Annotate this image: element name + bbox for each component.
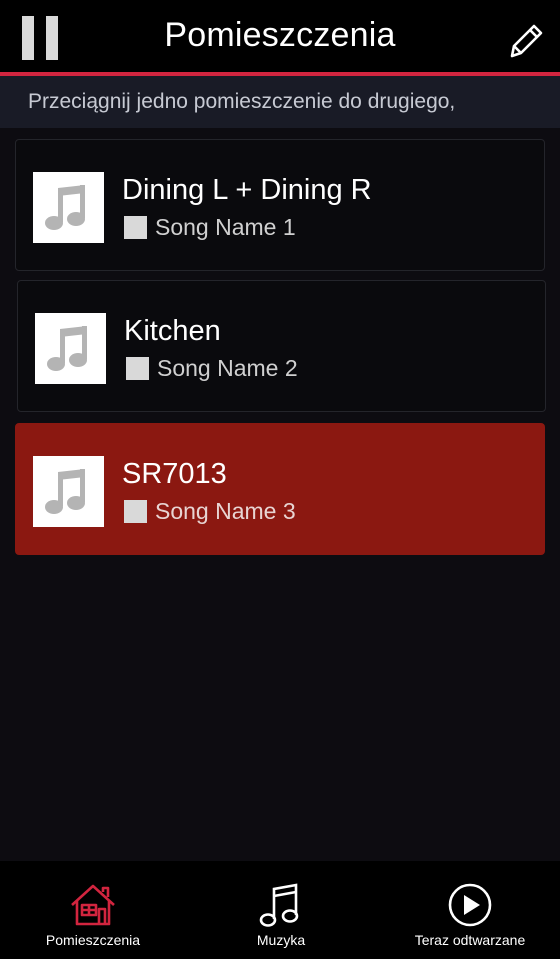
album-art bbox=[35, 313, 106, 384]
music-note-icon bbox=[47, 326, 87, 371]
room-name: Dining L + Dining R bbox=[122, 174, 372, 206]
room-card-sr7013[interactable]: SR7013 Song Name 3 bbox=[15, 423, 545, 555]
music-note-icon bbox=[45, 469, 85, 514]
tab-label: Muzyka bbox=[256, 932, 306, 948]
room-name: SR7013 bbox=[122, 458, 227, 490]
edit-button[interactable] bbox=[504, 18, 544, 62]
app-root: Pomieszczenia Przeciągnij jedno pomieszc… bbox=[0, 0, 560, 959]
album-art bbox=[33, 456, 104, 527]
music-note-icon bbox=[45, 185, 85, 230]
tab-teraz-odtwarzane[interactable]: Teraz odtwarzane bbox=[400, 861, 540, 959]
song-name: Song Name 3 bbox=[155, 498, 296, 524]
tab-pomieszczenia[interactable]: Pomieszczenia bbox=[28, 861, 158, 959]
song-name: Song Name 2 bbox=[157, 355, 298, 381]
tab-label: Pomieszczenia bbox=[45, 932, 141, 948]
stop-icon bbox=[126, 357, 149, 380]
play-circle-icon bbox=[448, 883, 492, 927]
stop-icon bbox=[124, 216, 147, 239]
header-bar: Pomieszczenia bbox=[0, 0, 560, 76]
tab-label: Teraz odtwarzane bbox=[414, 932, 526, 948]
pencil-icon bbox=[510, 24, 543, 58]
room-card-dining[interactable]: Dining L + Dining R Song Name 1 bbox=[15, 139, 545, 271]
bottom-tab-bar: Pomieszczenia Muzyka Teraz odtwarzane bbox=[0, 861, 560, 959]
music-notes-icon bbox=[259, 883, 299, 927]
room-name: Kitchen bbox=[124, 315, 221, 347]
stop-icon bbox=[124, 500, 147, 523]
album-art bbox=[33, 172, 104, 243]
house-icon bbox=[71, 884, 115, 926]
song-name: Song Name 1 bbox=[155, 214, 296, 240]
page-title: Pomieszczenia bbox=[164, 16, 396, 54]
room-card-kitchen[interactable]: Kitchen Song Name 2 bbox=[17, 280, 546, 412]
tab-muzyka[interactable]: Muzyka bbox=[231, 861, 331, 959]
instruction-banner: Przeciągnij jedno pomieszczenie do drugi… bbox=[0, 76, 560, 128]
